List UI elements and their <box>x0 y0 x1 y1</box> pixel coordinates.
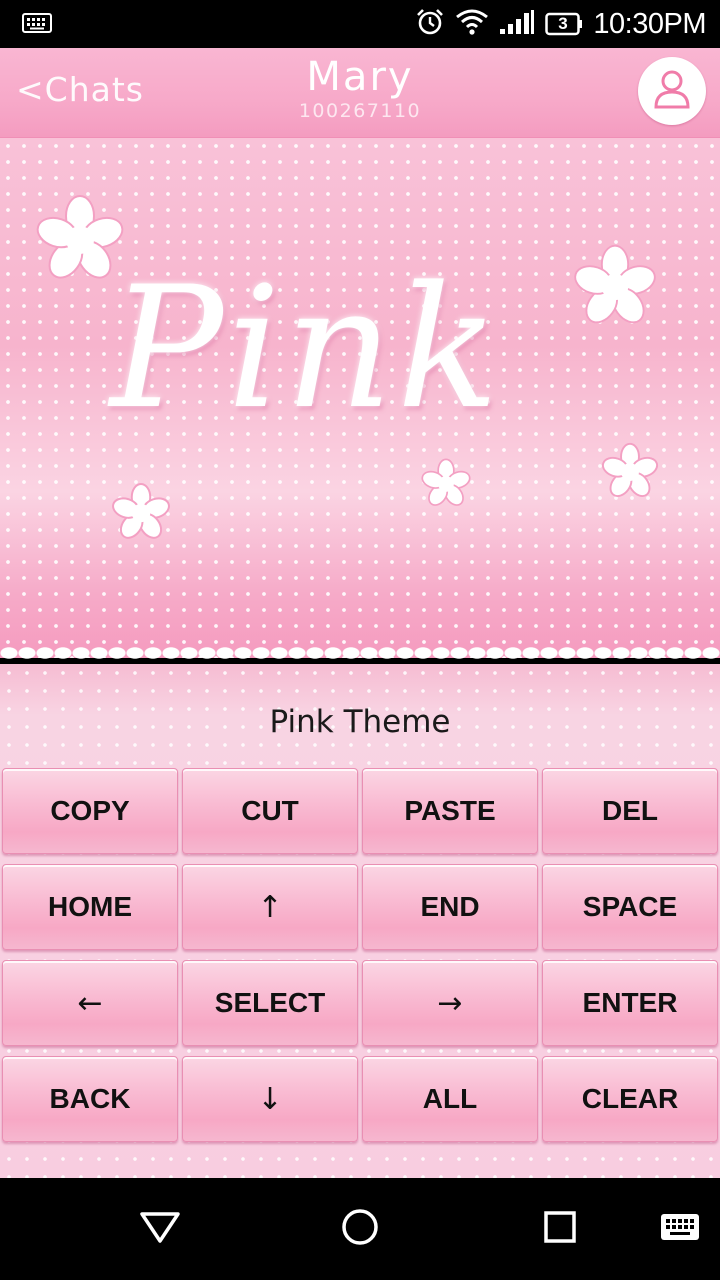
arrow-right-key[interactable]: → <box>362 960 538 1046</box>
theme-title-art: Pink <box>110 250 503 446</box>
lace-divider <box>0 642 720 664</box>
flower-decoration <box>574 244 656 324</box>
delete-key[interactable]: DEL <box>542 768 718 854</box>
arrow-up-key[interactable]: ↑ <box>182 864 358 950</box>
contact-name: Mary <box>306 54 414 100</box>
keyboard-title: Pink Theme <box>269 704 451 740</box>
back-key[interactable]: BACK <box>2 1056 178 1142</box>
enter-key[interactable]: ENTER <box>542 960 718 1046</box>
end-key[interactable]: END <box>362 864 538 950</box>
wifi-icon <box>455 8 489 41</box>
person-icon <box>650 67 694 116</box>
home-circle-icon <box>340 1207 380 1252</box>
navigation-bar <box>0 1178 720 1280</box>
nav-recents-button[interactable] <box>533 1202 587 1256</box>
back-triangle-icon <box>138 1209 182 1250</box>
nav-home-button[interactable] <box>333 1202 387 1256</box>
status-bar: 3 10:30PM <box>0 0 720 48</box>
keyboard-switch-icon <box>660 1213 700 1246</box>
clear-key[interactable]: CLEAR <box>542 1056 718 1142</box>
paste-key[interactable]: PASTE <box>362 768 538 854</box>
chat-header: <Chats Mary 100267110 <box>0 48 720 138</box>
key-grid: COPY CUT PASTE DEL HOME ↑ END SPACE ← SE… <box>2 768 718 1142</box>
contact-id: 100267110 <box>298 100 422 122</box>
select-all-key[interactable]: ALL <box>362 1056 538 1142</box>
home-key[interactable]: HOME <box>2 864 178 950</box>
signal-icon <box>499 9 535 40</box>
arrow-left-key[interactable]: ← <box>2 960 178 1046</box>
flower-decoration <box>601 442 659 498</box>
avatar[interactable] <box>638 57 706 125</box>
flower-decoration <box>421 458 471 506</box>
alarm-icon <box>415 7 445 42</box>
select-key[interactable]: SELECT <box>182 960 358 1046</box>
keyboard-icon <box>22 13 52 38</box>
battery-level: 3 <box>558 14 568 33</box>
cut-key[interactable]: CUT <box>182 768 358 854</box>
space-key[interactable]: SPACE <box>542 864 718 950</box>
clock-time: 10:30PM <box>593 7 706 40</box>
battery-icon: 3 <box>545 12 583 36</box>
nav-back-button[interactable] <box>133 1202 187 1256</box>
flower-decoration <box>112 482 170 539</box>
copy-key[interactable]: COPY <box>2 768 178 854</box>
recents-square-icon <box>542 1209 578 1250</box>
keyboard-panel: Pink Theme COPY CUT PASTE DEL HOME ↑ END… <box>0 664 720 1178</box>
arrow-down-key[interactable]: ↓ <box>182 1056 358 1142</box>
nav-keyboard-switch-button[interactable] <box>653 1202 707 1256</box>
